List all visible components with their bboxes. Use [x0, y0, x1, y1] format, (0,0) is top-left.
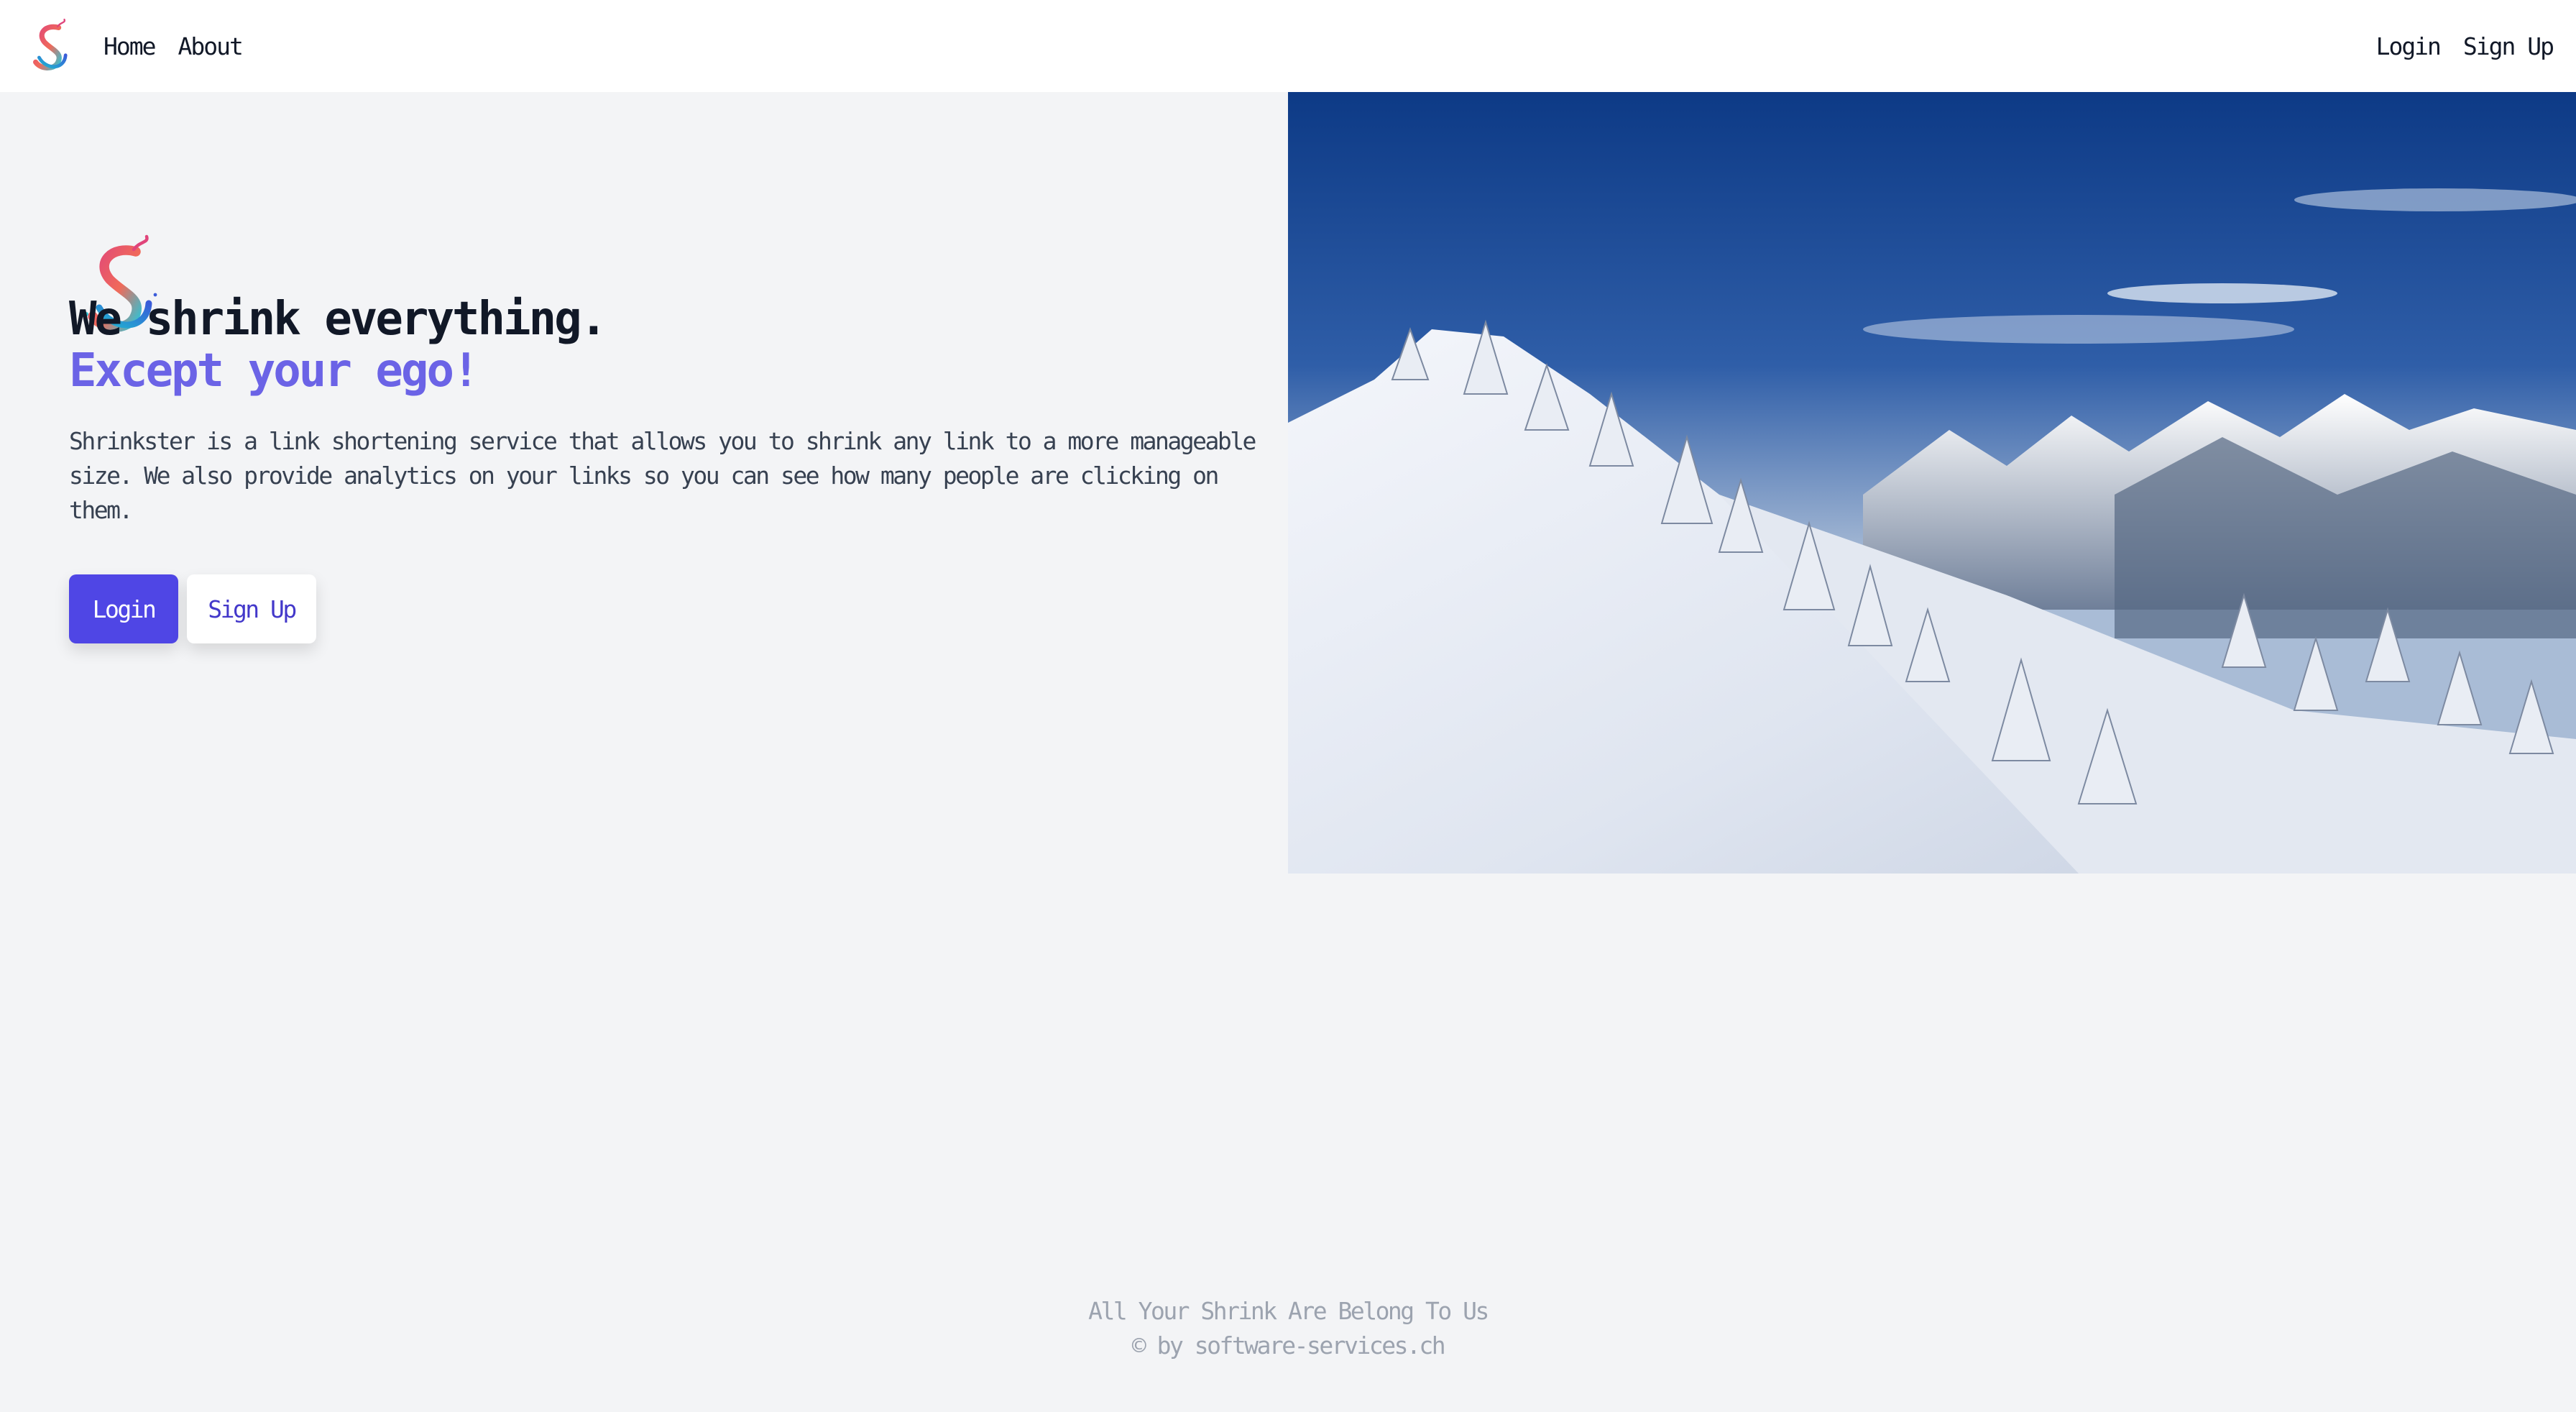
hero-cta-group: Login Sign Up: [69, 574, 316, 643]
nav-link-home[interactable]: Home: [104, 32, 156, 60]
hero-section: We shrink everything. Except your ego! S…: [0, 92, 1288, 874]
signup-button[interactable]: Sign Up: [187, 574, 316, 643]
top-navbar: Home About Login Sign Up: [0, 0, 2576, 92]
shrinkster-logo-icon[interactable]: [23, 17, 80, 75]
footer-copyright: © by software-services.ch: [1131, 1331, 1446, 1360]
auth-nav: Login Sign Up: [2376, 32, 2554, 60]
nav-link-about[interactable]: About: [178, 32, 243, 60]
hero-description: Shrinkster is a link shortening service …: [69, 427, 1256, 524]
snowy-mountain-image: [1288, 92, 2576, 874]
login-button[interactable]: Login: [69, 574, 178, 643]
footer-tagline: All Your Shrink Are Belong To Us: [1088, 1297, 1489, 1325]
hero-title: We shrink everything. Except your ego!: [69, 293, 607, 398]
hero-title-line1: We shrink everything.: [69, 293, 607, 346]
nav-signup-link[interactable]: Sign Up: [2463, 32, 2554, 60]
nav-login-link[interactable]: Login: [2376, 32, 2442, 60]
page-footer: All Your Shrink Are Belong To Us © by so…: [0, 1294, 2576, 1363]
hero-title-line2: Except your ego!: [69, 344, 480, 398]
primary-nav: Home About: [104, 32, 244, 60]
